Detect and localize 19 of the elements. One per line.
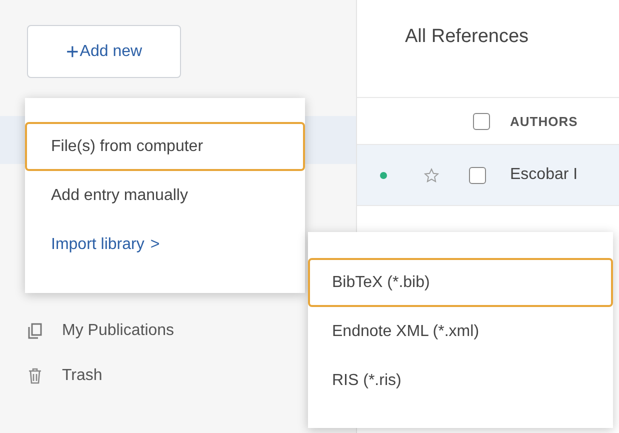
documents-icon <box>28 322 42 338</box>
page-title: All References <box>404 25 530 49</box>
select-all-checkbox[interactable] <box>473 112 490 130</box>
sidebar-item[interactable]: Trash <box>0 353 270 398</box>
menu-item[interactable]: Add entry manually <box>25 171 305 220</box>
table-cell: Escobar I <box>510 166 578 184</box>
column-header[interactable]: AUTHORS <box>510 114 578 128</box>
trash-icon <box>28 368 42 384</box>
sidebar-item[interactable]: My Publications <box>0 308 270 353</box>
star-icon[interactable] <box>424 168 439 182</box>
menu-item[interactable]: RIS (*.ris) <box>308 356 613 405</box>
table-row[interactable]: Escobar I <box>357 145 619 206</box>
chevron-icon: > <box>150 236 160 254</box>
add-new-button[interactable]: +Add new <box>27 25 181 78</box>
menu-item[interactable]: BibTeX (*.bib) <box>308 258 613 307</box>
menu-item[interactable]: File(s) from computer <box>25 122 305 171</box>
menu-item[interactable]: Import library > <box>25 220 305 269</box>
row-checkbox[interactable] <box>469 166 486 184</box>
menu-item[interactable]: Endnote XML (*.xml) <box>308 307 613 356</box>
